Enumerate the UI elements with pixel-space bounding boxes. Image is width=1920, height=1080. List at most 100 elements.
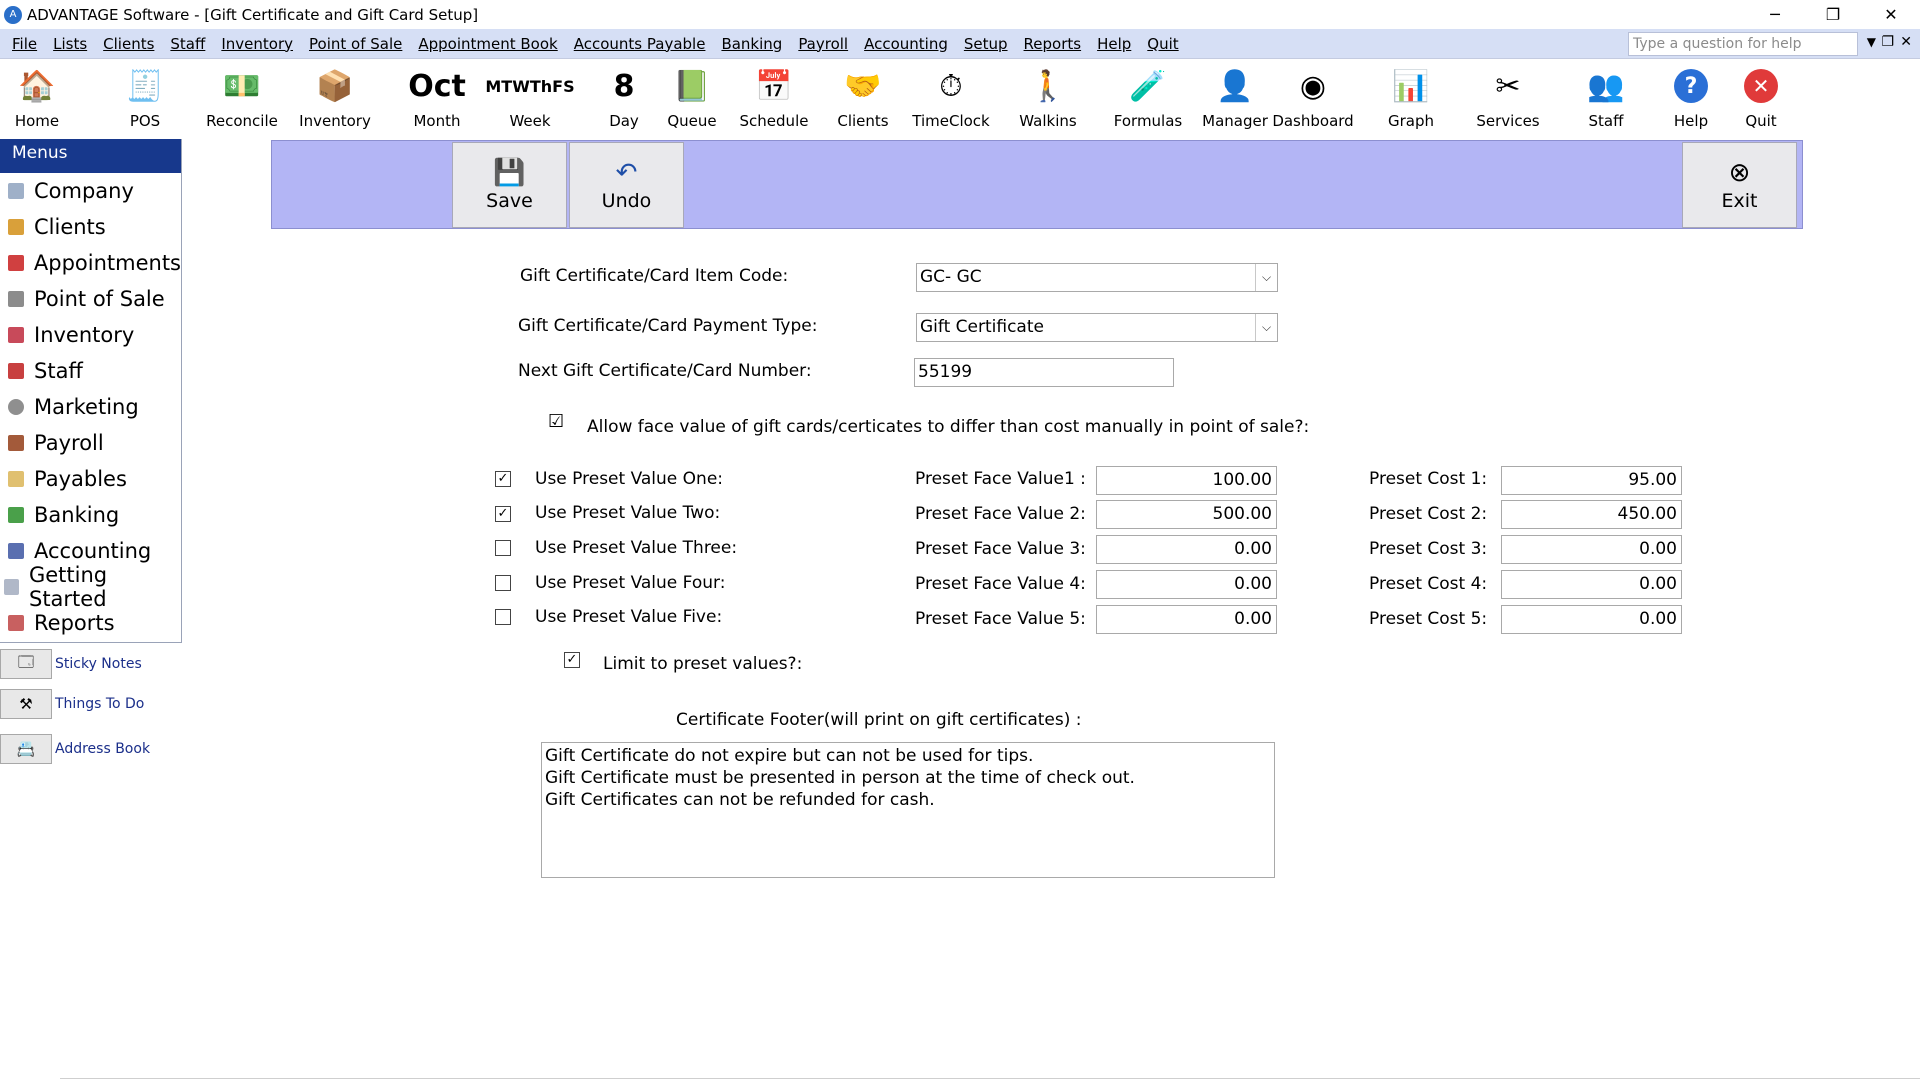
sidebar-item-payables[interactable]: Payables [0,461,181,497]
mdi-restore-icon[interactable]: ❐ [1881,34,1894,50]
quit-icon: ✕ [1744,69,1778,103]
preset-two-label: Use Preset Value Two: [535,503,721,523]
toolbar-inventory-button[interactable]: 📦 Inventory [295,64,375,131]
preset-one-checkbox[interactable]: ✓ [495,471,511,487]
register-icon [8,291,24,307]
marketing-icon [8,399,24,415]
next-number-input[interactable]: 55199 [914,358,1174,387]
cash-register-icon: 🧾 [126,68,164,104]
sidebar-item-payroll[interactable]: Payroll [0,425,181,461]
sidebar-item-appointments[interactable]: Appointments [0,245,181,281]
menu-payroll[interactable]: Payroll [790,35,856,53]
title-bar: A ADVANTAGE Software - [Gift Certificate… [0,0,1920,29]
restore-button[interactable]: ❐ [1804,0,1862,29]
menu-lists[interactable]: Lists [45,35,95,53]
sticky-notes-icon[interactable]: 🗔 [0,649,52,679]
preset-cost-four-input[interactable]: 0.00 [1501,570,1682,599]
preset-cost-one-label: Preset Cost 1: [1369,469,1488,489]
action-strip: 💾 Save ↶ Undo ⊗ Exit [271,140,1803,229]
menu-point-of-sale[interactable]: Point of Sale [301,35,410,53]
mdi-close-icon[interactable]: ✕ [1900,34,1912,50]
sidebar-header: Menus [0,139,181,173]
toolbar-dashboard-button[interactable]: ◉ Dashboard [1272,64,1353,131]
allow-face-value-checkbox[interactable]: ☑ [548,413,564,431]
toolbar-queue-button[interactable]: 📗 Queue [652,64,732,131]
preset-face-one-input[interactable]: 100.00 [1096,466,1277,495]
toolbar-formulas-button[interactable]: 🧪 Formulas [1108,64,1188,131]
menu-inventory[interactable]: Inventory [213,35,301,53]
sidebar-item-getting-started[interactable]: Getting Started [0,563,181,611]
preset-face-four-input[interactable]: 0.00 [1096,570,1277,599]
preset-face-three-input[interactable]: 0.00 [1096,535,1277,564]
minimize-button[interactable]: ─ [1746,0,1804,29]
close-button[interactable]: ✕ [1862,0,1920,29]
toolbar-graph-button[interactable]: 📊 Graph [1371,64,1451,131]
toolbar-clients-button[interactable]: 🤝 Clients [823,64,903,131]
address-book-link[interactable]: 📇 Address Book [0,733,182,765]
toolbar-quit-button[interactable]: ✕ Quit [1721,64,1801,130]
menu-accounting[interactable]: Accounting [856,35,956,53]
menu-help[interactable]: Help [1089,35,1139,53]
hammer-icon[interactable]: ⚒ [0,689,52,719]
menu-accounts-payable[interactable]: Accounts Payable [566,35,714,53]
menu-reports[interactable]: Reports [1016,35,1090,53]
preset-three-checkbox[interactable] [495,540,511,556]
preset-cost-five-input[interactable]: 0.00 [1501,605,1682,634]
menu-staff[interactable]: Staff [162,35,213,53]
toolbar-manager-button[interactable]: 👤 Manager [1195,64,1275,131]
toolbar-staff-button[interactable]: 👥 Staff [1566,64,1646,131]
bar-graph-icon: 📊 [1392,68,1430,104]
save-button[interactable]: 💾 Save [452,142,567,228]
exit-button[interactable]: ⊗ Exit [1682,142,1797,228]
preset-five-checkbox[interactable] [495,609,511,625]
sidebar-item-point-of-sale[interactable]: Point of Sale [0,281,181,317]
toolbar-pos-button[interactable]: 🧾 POS [105,64,185,131]
money-icon: 💵 [223,68,261,104]
preset-face-five-label: Preset Face Value 5: [915,609,1086,629]
chevron-down-icon[interactable]: ⌵ [1255,314,1277,341]
handshake-icon: 🤝 [844,68,882,104]
sidebar-item-banking[interactable]: Banking [0,497,181,533]
preset-two-checkbox[interactable]: ✓ [495,506,511,522]
payment-type-combo[interactable]: Gift Certificate ⌵ [916,313,1278,342]
item-code-combo[interactable]: GC- GC ⌵ [916,263,1278,292]
help-search-input[interactable]: Type a question for help [1628,32,1858,56]
toolbar-reconcile-button[interactable]: 💵 Reconcile [202,64,282,131]
toolbar-week-button[interactable]: MTWThFS Week [485,64,574,131]
staff-icon: 👥 [1587,68,1625,104]
preset-four-checkbox[interactable] [495,575,511,591]
sidebar-item-company[interactable]: Company [0,173,181,209]
toolbar-services-button[interactable]: ✂ Services [1468,64,1548,131]
chevron-down-icon[interactable]: ⌵ [1255,264,1277,291]
preset-cost-one-input[interactable]: 95.00 [1501,466,1682,495]
toolbar-timeclock-button[interactable]: ⏱ TimeClock [911,64,991,131]
certificate-footer-textarea[interactable]: Gift Certificate do not expire but can n… [541,742,1275,878]
toolbar-home-button[interactable]: 🏠 Home [0,64,77,131]
undo-button[interactable]: ↶ Undo [569,142,684,228]
sidebar-item-marketing[interactable]: Marketing [0,389,181,425]
things-to-do-link[interactable]: ⚒ Things To Do [0,688,182,720]
help-dropdown-icon[interactable]: ▼ [1867,35,1876,49]
toolbar-schedule-button[interactable]: 📅 Schedule [734,64,814,131]
limit-preset-checkbox[interactable]: ✓ [564,652,580,668]
menu-banking[interactable]: Banking [713,35,790,53]
menu-appointment-book[interactable]: Appointment Book [410,35,565,53]
toolbar-month-button[interactable]: Oct Month [397,64,477,131]
preset-face-five-input[interactable]: 0.00 [1096,605,1277,634]
menu-setup[interactable]: Setup [956,35,1016,53]
preset-face-two-input[interactable]: 500.00 [1096,500,1277,529]
preset-face-three-label: Preset Face Value 3: [915,539,1086,559]
preset-cost-two-input[interactable]: 450.00 [1501,500,1682,529]
sticky-notes-link[interactable]: 🗔 Sticky Notes [0,648,182,680]
address-book-icon[interactable]: 📇 [0,734,52,764]
menu-clients[interactable]: Clients [95,35,162,53]
toolbar-walkins-button[interactable]: 🚶 Walkins [1008,64,1088,131]
sidebar-item-clients[interactable]: Clients [0,209,181,245]
sidebar-item-staff[interactable]: Staff [0,353,181,389]
menu-file[interactable]: File [0,35,45,53]
menu-quit[interactable]: Quit [1139,35,1186,53]
sidebar-item-inventory[interactable]: Inventory [0,317,181,353]
toolbar-help-button[interactable]: ? Help [1651,64,1731,130]
preset-cost-three-input[interactable]: 0.00 [1501,535,1682,564]
preset-cost-four-label: Preset Cost 4: [1369,574,1488,594]
